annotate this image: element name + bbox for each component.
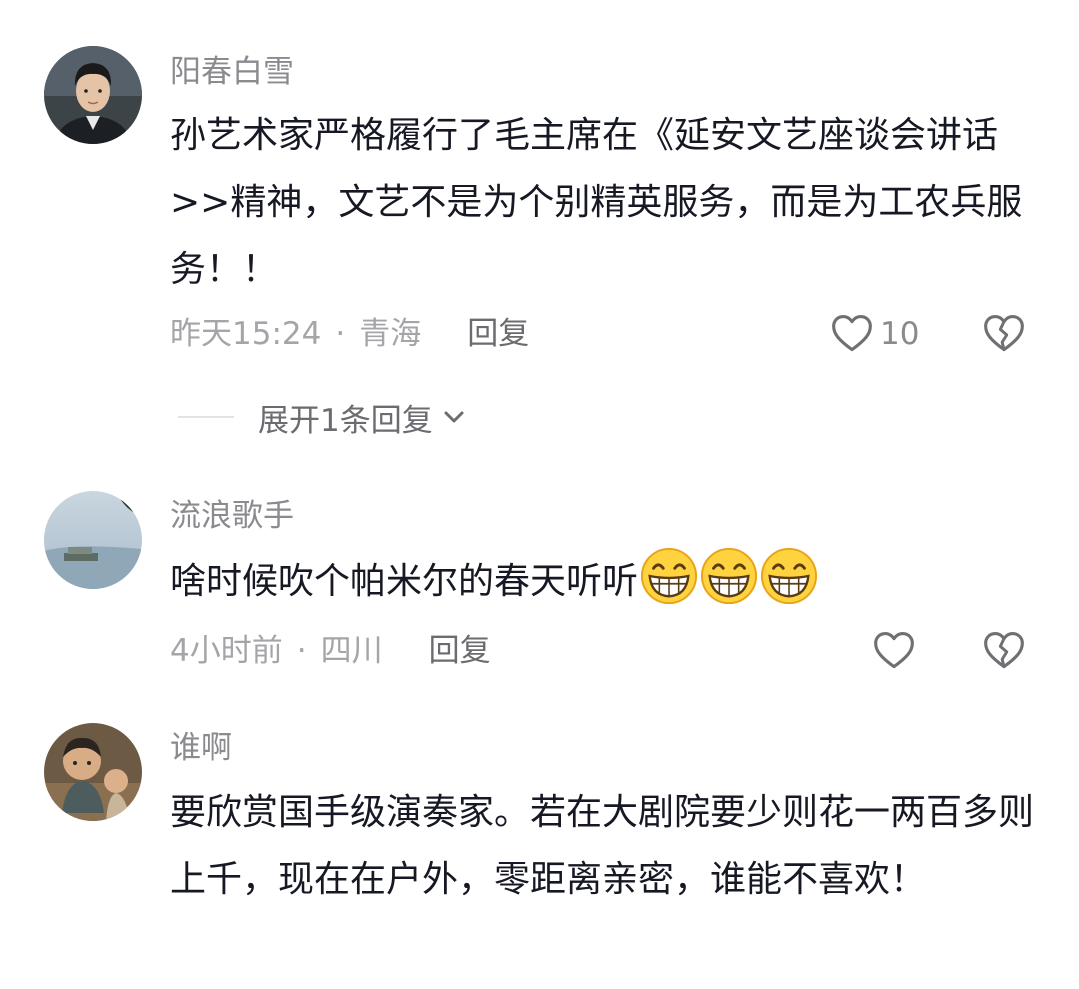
- timestamp: 4小时前: [170, 633, 283, 669]
- username[interactable]: 谁啊: [170, 728, 232, 768]
- dislike-button[interactable]: [982, 312, 1026, 356]
- expand-replies-label: 展开1条回复: [258, 402, 433, 439]
- man-portrait-avatar[interactable]: [44, 46, 142, 144]
- comment-meta: 4小时前 · 四川 回复: [170, 631, 491, 671]
- dislike-button[interactable]: [982, 629, 1026, 673]
- lake-landscape-avatar[interactable]: [44, 491, 142, 589]
- comment-text-line: 啥时候吹个帕米尔的春天听听: [170, 547, 1040, 615]
- heart-icon: [830, 312, 874, 356]
- comment-text: 要欣赏国手级演奏家。若在大剧院要少则花一两百多则上千，现在在户外，零距离亲密，谁…: [170, 792, 1035, 900]
- grinning-face-icon: [760, 547, 818, 605]
- location: 四川: [320, 633, 383, 669]
- reply-button[interactable]: 回复: [429, 633, 491, 669]
- chevron-down-icon: [444, 411, 464, 423]
- clay-figurines-avatar[interactable]: [44, 723, 142, 821]
- like-button[interactable]: [872, 629, 916, 673]
- comment-meta: 昨天15:24 · 青海 回复: [170, 314, 529, 354]
- separator-dot: ·: [296, 633, 307, 669]
- like-button[interactable]: 10: [830, 312, 919, 356]
- separator-dot: ·: [335, 316, 346, 352]
- location: 青海: [359, 316, 422, 352]
- comment-text: 啥时候吹个帕米尔的春天听听: [170, 561, 639, 602]
- comment-text: 孙艺术家严格履行了毛主席在《延安文艺座谈会讲话>>精神，文艺不是为个别精英服务，…: [170, 115, 1023, 290]
- username[interactable]: 阳春白雪: [170, 52, 294, 92]
- broken-heart-icon: [982, 629, 1026, 673]
- divider-line: [178, 416, 234, 418]
- reply-button[interactable]: 回复: [467, 316, 529, 352]
- grinning-face-icon: [640, 547, 698, 605]
- broken-heart-icon: [982, 312, 1026, 356]
- like-count: 10: [880, 316, 920, 352]
- username[interactable]: 流浪歌手: [170, 496, 294, 536]
- grinning-face-icon: [700, 547, 758, 605]
- timestamp: 昨天15:24: [170, 316, 322, 352]
- expand-replies-button[interactable]: 展开1条回复: [178, 395, 467, 439]
- heart-icon: [872, 629, 916, 673]
